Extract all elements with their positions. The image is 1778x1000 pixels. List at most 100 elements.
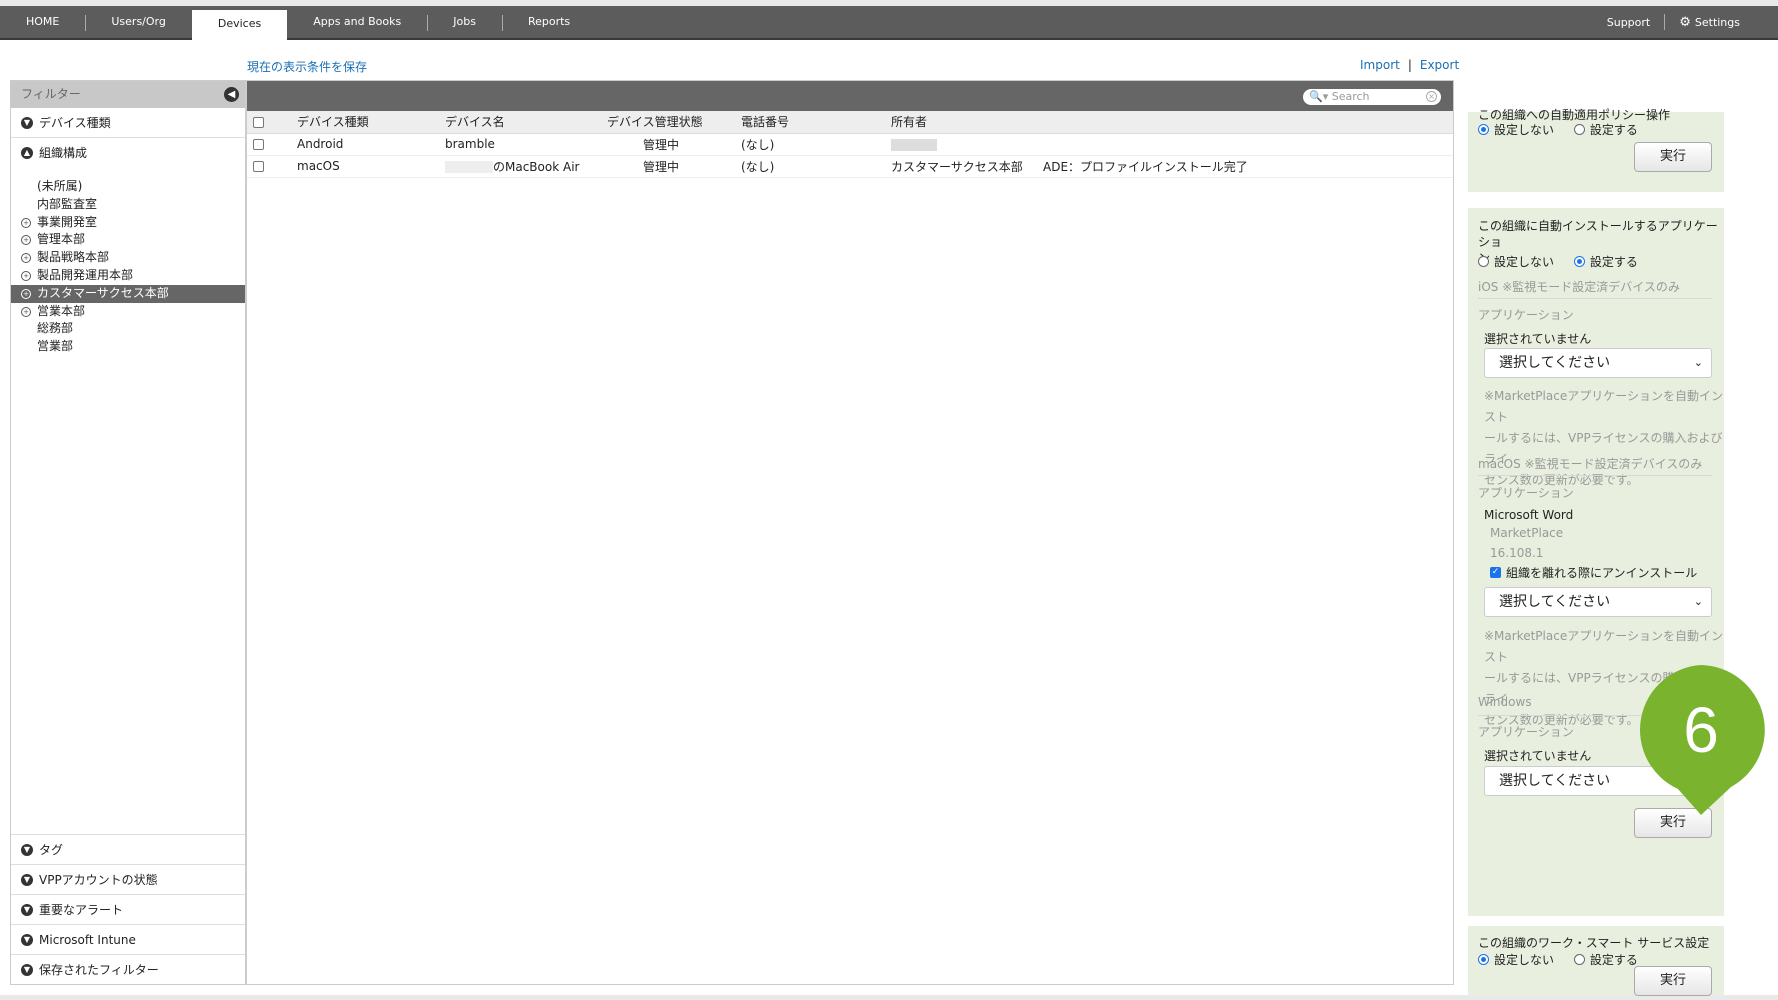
save-filter-link[interactable]: 現在の表示条件を保存 <box>247 58 367 75</box>
radio-off[interactable] <box>1478 954 1489 965</box>
tree-node-label: 事業開発室 <box>37 214 98 229</box>
filter-saved[interactable]: ▼ 保存されたフィルター <box>11 954 245 984</box>
filter-vpp-label: VPPアカウントの状態 <box>39 873 158 887</box>
tree-node-selected[interactable]: + カスタマーサクセス本部 <box>11 284 245 303</box>
chevron-down-icon: ⌄ <box>1693 356 1703 369</box>
row-checkbox-cell <box>247 133 297 156</box>
radio-off[interactable] <box>1478 124 1489 135</box>
top-navigation: HOME Users/Org Devices Apps and Books Jo… <box>0 6 1778 40</box>
table-row[interactable]: Android bramble 管理中 (なし) <box>247 133 1453 156</box>
filter-device-type[interactable]: ▼ デバイス種類 <box>11 108 245 138</box>
callout-number: 6 <box>1683 694 1719 766</box>
tree-node[interactable]: 内部監査室 <box>11 196 245 214</box>
divider <box>1478 298 1712 299</box>
expand-icon[interactable]: + <box>21 217 31 228</box>
tree-node[interactable]: + 製品戦略本部 <box>11 249 245 267</box>
filter-device-type-label: デバイス種類 <box>39 116 111 130</box>
radio-on-label: 設定する <box>1589 953 1638 967</box>
device-table: デバイス種類 デバイス名 デバイス管理状態 電話番号 所有者 Android b… <box>247 111 1453 178</box>
table-row[interactable]: macOS のMacBook Air 管理中 (なし) カスタマーサクセス本部 … <box>247 155 1453 178</box>
search-input[interactable]: 🔍▾ Search × <box>1303 89 1441 105</box>
tree-node-label: カスタマーサクセス本部 <box>37 285 169 300</box>
app-body: 現在の表示条件を保存 Import | Export フィルター ◀ ▼ デバイス種類… <box>0 40 1778 996</box>
ios-app-select[interactable]: 選択してください ⌄ <box>1484 348 1712 378</box>
windows-section-label: Windows <box>1478 695 1532 709</box>
expand-icon[interactable]: + <box>21 235 31 246</box>
filter-intune-label: Microsoft Intune <box>39 933 136 947</box>
tree-node[interactable]: + 管理本部 <box>11 231 245 249</box>
import-export-links: Import | Export <box>1360 58 1459 72</box>
nav-right: Support ⚙ Settings <box>1593 6 1754 38</box>
tree-node[interactable]: 総務部 <box>11 320 245 338</box>
radio-on[interactable] <box>1573 954 1585 965</box>
uninstall-checkbox[interactable]: ✓ <box>1490 567 1501 578</box>
run-button[interactable]: 実行 <box>1634 142 1712 172</box>
expand-icon[interactable]: + <box>21 270 31 281</box>
tree-node[interactable]: + 営業本部 <box>11 303 245 321</box>
expand-icon[interactable]: + <box>21 253 31 264</box>
row-checkbox[interactable] <box>253 161 264 172</box>
filter-vpp[interactable]: ▼ VPPアカウントの状態 <box>11 864 245 894</box>
radio-off[interactable] <box>1478 256 1489 267</box>
settings-label: Settings <box>1694 15 1740 29</box>
macos-app-select[interactable]: 選択してください ⌄ <box>1484 587 1712 617</box>
redacted-owner <box>891 138 937 151</box>
expand-icon[interactable]: + <box>21 288 31 299</box>
radio-on[interactable] <box>1573 124 1585 135</box>
filter-tag[interactable]: ▼ タグ <box>11 834 245 864</box>
filter-bottom-sections: ▼ タグ ▼ VPPアカウントの状態 ▼ 重要なアラート ▼ Microsoft Int… <box>11 834 245 984</box>
tree-node[interactable]: + 事業開発室 <box>11 214 245 232</box>
tab-home[interactable]: HOME <box>0 6 85 38</box>
col-phone[interactable]: 電話番号 <box>741 111 891 134</box>
auto-install-title-line1: この組織に自動インストールするアプリケーショ <box>1478 219 1718 249</box>
cell-note: ADE：プロファイルインストール完了 <box>1039 155 1453 178</box>
filter-intune[interactable]: ▼ Microsoft Intune <box>11 924 245 954</box>
tree-node[interactable]: 営業部 <box>11 338 245 356</box>
select-all-checkbox[interactable] <box>253 116 264 128</box>
tree-node[interactable]: (未所属) <box>11 178 245 196</box>
cell-owner <box>891 133 1039 156</box>
cell-note <box>1039 133 1453 156</box>
collapse-left-icon[interactable]: ◀ <box>224 87 239 102</box>
device-list-panel: 🔍▾ Search × デバイス種類 デバイス名 デバイス管理状態 電話番号 所… <box>246 80 1454 985</box>
windows-not-selected: 選択されていません <box>1484 749 1592 763</box>
tab-users-org[interactable]: Users/Org <box>85 6 191 38</box>
row-checkbox[interactable] <box>253 139 264 150</box>
run-button[interactable]: 実行 <box>1634 966 1712 996</box>
col-owner[interactable]: 所有者 <box>891 111 1039 134</box>
link-separator: | <box>1407 58 1412 72</box>
tab-jobs[interactable]: Jobs <box>427 6 502 38</box>
tab-reports[interactable]: Reports <box>501 6 596 38</box>
tab-devices[interactable]: Devices <box>191 10 288 40</box>
col-management-status[interactable]: デバイス管理状態 <box>607 111 741 134</box>
tree-node-label: 管理本部 <box>37 232 86 247</box>
cell-phone: (なし) <box>741 133 891 156</box>
filter-alerts[interactable]: ▼ 重要なアラート <box>11 894 245 924</box>
chevron-down-icon: ▼ <box>21 933 33 946</box>
macos-app-name: Microsoft Word <box>1484 508 1574 522</box>
radio-on-label: 設定する <box>1589 255 1638 269</box>
tree-node[interactable]: + 製品開発運用本部 <box>11 267 245 285</box>
col-device-type[interactable]: デバイス種類 <box>297 111 445 134</box>
ios-not-selected: 選択されていません <box>1484 332 1592 346</box>
tab-apps-and-books[interactable]: Apps and Books <box>287 6 427 38</box>
settings-link[interactable]: ⚙ Settings <box>1665 15 1754 30</box>
expand-icon[interactable]: + <box>21 306 31 317</box>
radio-on[interactable] <box>1573 256 1585 267</box>
filter-org[interactable]: ▲ 組織構成 <box>11 138 245 168</box>
import-link[interactable]: Import <box>1360 58 1400 72</box>
table-header-row: デバイス種類 デバイス名 デバイス管理状態 電話番号 所有者 <box>247 111 1453 134</box>
cell-type: macOS <box>297 155 445 178</box>
filter-title: フィルター <box>21 87 81 101</box>
col-device-name[interactable]: デバイス名 <box>445 111 607 134</box>
tree-node-label: 営業本部 <box>37 303 86 318</box>
work-smart-panel: この組織のワーク・スマート サービス設定 設定しない 設定する 実行 <box>1468 926 1724 996</box>
col-extra <box>1039 111 1453 134</box>
ios-section-label: iOS ※監視モード設定済デバイスのみ <box>1478 280 1680 294</box>
export-link[interactable]: Export <box>1420 58 1459 72</box>
callout-pin-icon: 6 <box>1640 665 1765 815</box>
filter-saved-label: 保存されたフィルター <box>39 963 159 977</box>
clear-icon[interactable]: × <box>1426 91 1437 102</box>
step-callout: 6 <box>1636 665 1766 820</box>
support-link[interactable]: Support <box>1593 16 1664 29</box>
